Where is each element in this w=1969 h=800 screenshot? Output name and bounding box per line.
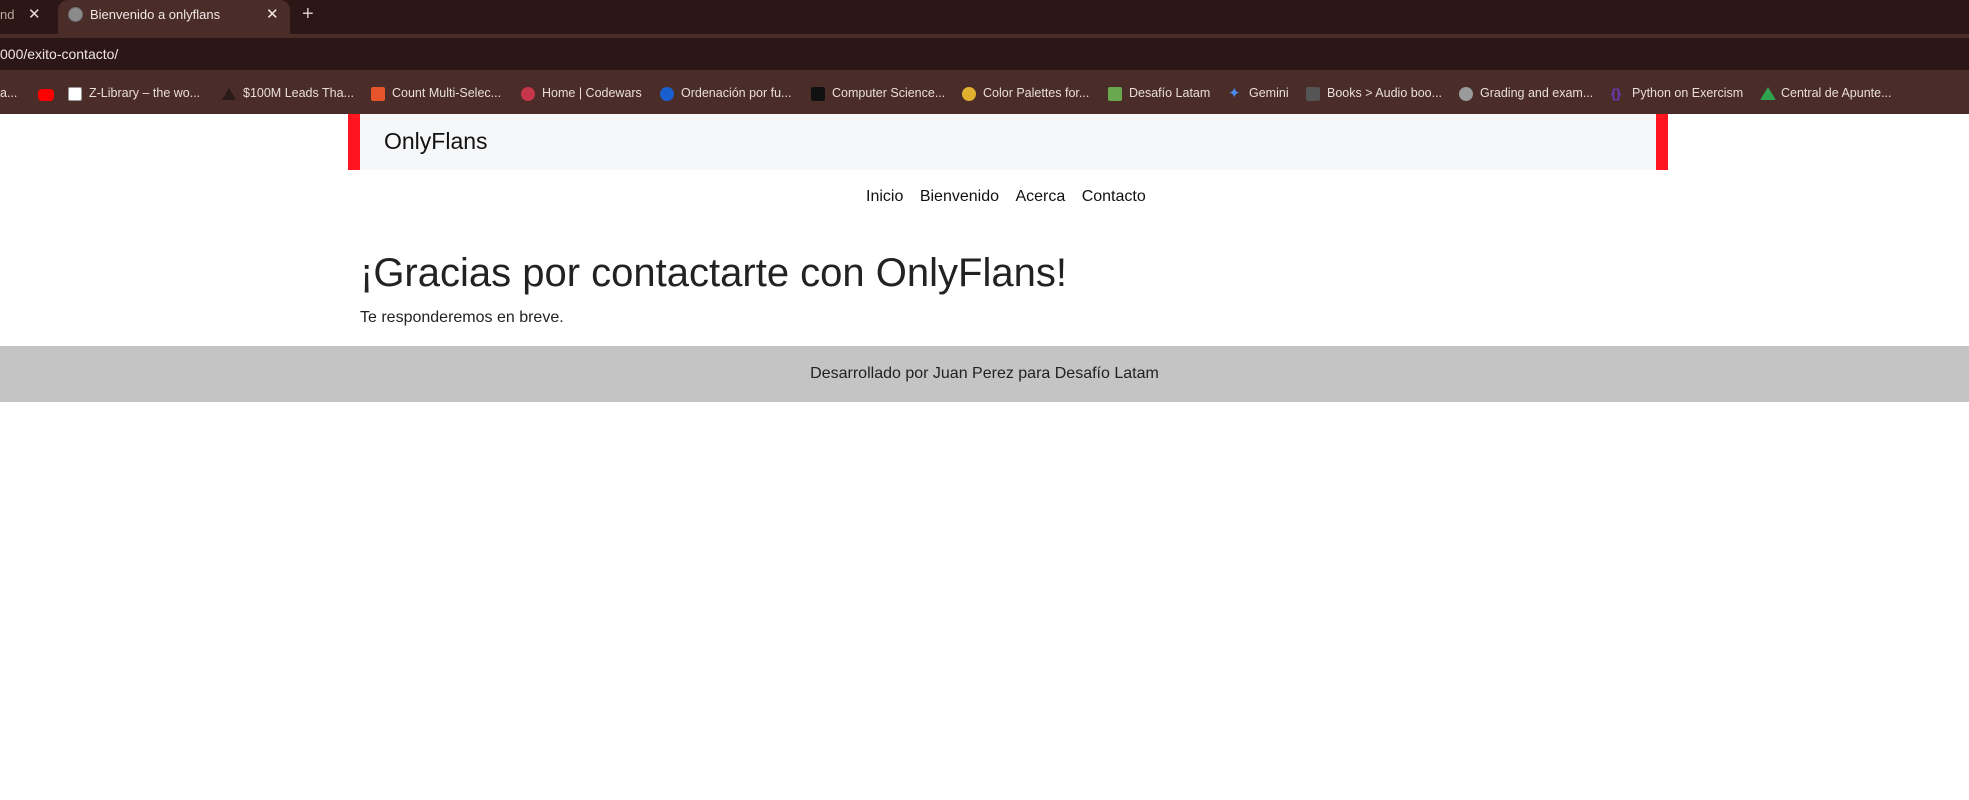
site-brand[interactable]: OnlyFlans <box>384 128 488 155</box>
bookmark-label: Z-Library – the wo... <box>89 86 201 100</box>
audiobooks-icon <box>1306 87 1320 101</box>
globe-icon <box>68 7 83 22</box>
page-subtitle: Te responderemos en breve. <box>360 309 564 326</box>
tab-close-icon[interactable]: ✕ <box>28 5 41 23</box>
site-header: OnlyFlans <box>348 114 1668 170</box>
gemini-icon: ✦ <box>1228 85 1241 102</box>
bookmark-label: Computer Science... <box>832 86 946 100</box>
exercism-icon: {} <box>1611 86 1622 101</box>
globe-icon <box>1459 87 1473 101</box>
youtube-icon <box>38 89 54 101</box>
bookmark-label: Books > Audio boo... <box>1327 86 1443 100</box>
triangle-icon <box>222 88 236 100</box>
bookmark-label: $100M Leads Tha... <box>243 86 354 100</box>
bookmark-label: Grading and exam... <box>1480 86 1594 100</box>
nav-links: Inicio Bienvenido Acerca Contacto <box>866 188 1158 206</box>
bookmark-label: Ordenación por fu... <box>681 86 792 100</box>
bookmark-label: Color Palettes for... <box>983 86 1090 100</box>
x-icon <box>811 87 825 101</box>
z-library-icon <box>68 87 82 101</box>
bookmark-label: Python on Exercism <box>1632 86 1744 100</box>
tf-icon <box>371 87 385 101</box>
bookmark-label: Gemini <box>1249 86 1289 100</box>
codewars-icon <box>521 87 535 101</box>
palette-icon <box>962 87 976 101</box>
nav-link-bienvenido[interactable]: Bienvenido <box>920 188 999 205</box>
nav-link-contacto[interactable]: Contacto <box>1082 188 1146 205</box>
address-bar[interactable]: 000/exito-contacto/ <box>0 38 1969 70</box>
site-footer: Desarrollado por Juan Perez para Desafío… <box>0 346 1969 402</box>
tab-active-title: Bienvenido a onlyflans <box>90 7 221 22</box>
c-icon <box>660 87 674 101</box>
new-tab-button[interactable]: + <box>302 3 314 26</box>
tab-active[interactable]: Bienvenido a onlyflans ✕ <box>58 0 290 34</box>
site-nav: Inicio Bienvenido Acerca Contacto <box>0 188 1969 212</box>
url-text[interactable]: 000/exito-contacto/ <box>0 46 118 62</box>
bookmarks-bar: a... Z-Library – the wo... $100M Leads T… <box>0 74 1969 114</box>
tab-strip: nd ✕ Bienvenido a onlyflans ✕ + <box>0 0 1969 34</box>
tab-close-icon[interactable]: ✕ <box>266 5 279 23</box>
page-title: ¡Gracias por contactarte con OnlyFlans! <box>360 251 1067 295</box>
bookmark-label: Central de Apunte... <box>1781 86 1892 100</box>
nav-link-acerca[interactable]: Acerca <box>1015 188 1065 205</box>
bookmark-label: a... <box>0 86 18 100</box>
footer-text: Desarrollado por Juan Perez para Desafío… <box>810 365 1159 382</box>
bookmark-label: Desafío Latam <box>1129 86 1211 100</box>
drive-icon <box>1760 87 1776 100</box>
tab-inactive-label: nd <box>0 7 14 22</box>
nav-link-inicio[interactable]: Inicio <box>866 188 903 205</box>
bookmark-label: Home | Codewars <box>542 86 642 100</box>
bookmark-label: Count Multi-Selec... <box>392 86 502 100</box>
desafio-icon <box>1108 87 1122 101</box>
tab-inactive[interactable]: nd ✕ <box>0 0 56 34</box>
